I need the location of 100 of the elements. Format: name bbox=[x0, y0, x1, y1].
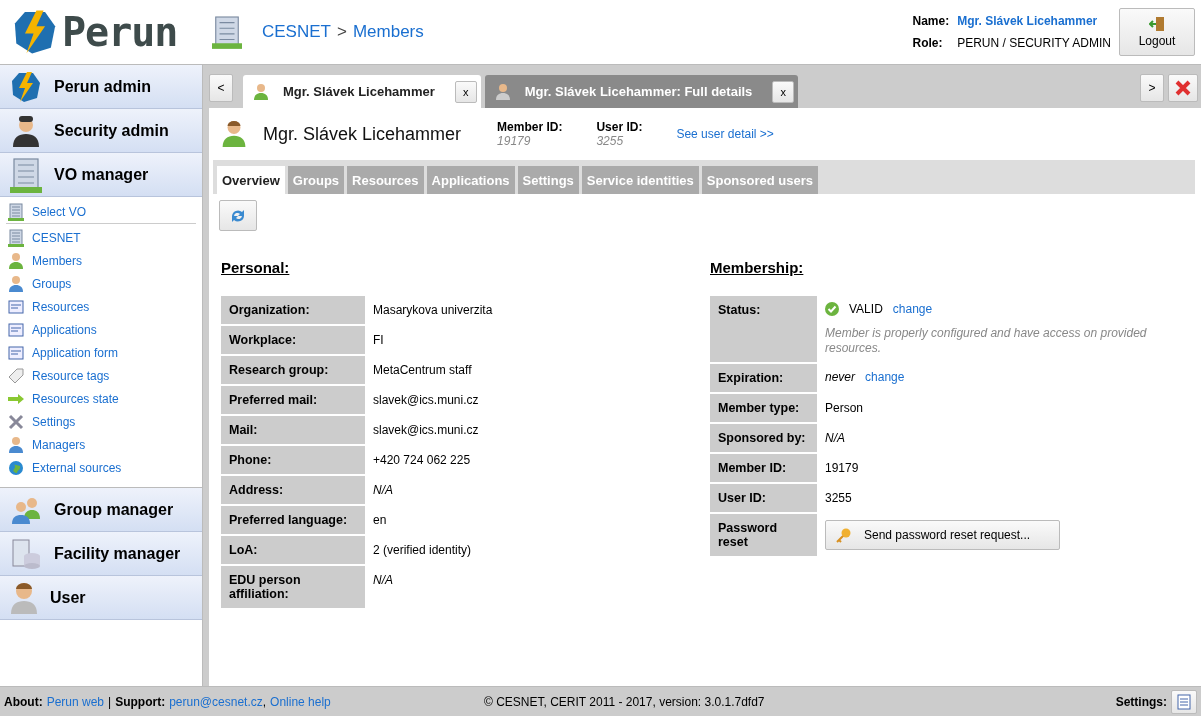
person-icon bbox=[8, 251, 24, 270]
about-label: About: bbox=[4, 694, 43, 709]
field-label: Organization: bbox=[221, 296, 365, 324]
sidebar-section[interactable]: VO manager bbox=[0, 153, 202, 197]
field-label: Password reset bbox=[710, 514, 817, 556]
next-tab-button[interactable]: > bbox=[1140, 73, 1164, 102]
user-id-label: User ID: bbox=[596, 120, 643, 134]
field-label: Mail: bbox=[221, 416, 365, 444]
role-label: Role: bbox=[912, 36, 944, 50]
person-icon bbox=[253, 82, 269, 101]
field-label: Member ID: bbox=[710, 454, 817, 482]
field-label: Status: bbox=[710, 296, 817, 362]
field-value: 2 (verified identity) bbox=[372, 542, 473, 559]
role-text: PERUN / SECURITY ADMIN bbox=[957, 36, 1111, 50]
sidebar-item[interactable]: Applications bbox=[6, 318, 196, 341]
field-value: MetaCentrum staff bbox=[372, 362, 473, 379]
status-note: Member is properly configured and have access on provided resources. bbox=[825, 326, 1148, 356]
globe-icon bbox=[8, 459, 24, 476]
previous-tab-button[interactable]: < bbox=[209, 73, 233, 102]
building-icon bbox=[8, 203, 24, 221]
field-value: N/A bbox=[372, 482, 394, 499]
settings-button[interactable] bbox=[1171, 689, 1197, 714]
sidebar-item[interactable]: External sources bbox=[6, 456, 196, 479]
field-value: +420 724 062 225 bbox=[372, 452, 472, 469]
field-label: LoA: bbox=[221, 536, 365, 564]
key-icon bbox=[836, 527, 852, 543]
building-icon bbox=[212, 15, 242, 49]
status-text: VALID bbox=[849, 302, 883, 316]
sidebar-section[interactable]: Security admin bbox=[0, 109, 202, 153]
close-tab-button[interactable]: x bbox=[772, 80, 795, 103]
sidebar-section[interactable]: Group manager bbox=[0, 488, 202, 532]
subtab[interactable]: Overview bbox=[217, 166, 285, 194]
person-icon bbox=[494, 82, 511, 101]
member-id-label: Member ID: bbox=[497, 120, 563, 134]
copyright-text: © CESNET, CERIT 2011 - 2017, version: 3.0.1.7dfd7 bbox=[484, 694, 766, 709]
tab[interactable]: Mgr. Slávek Licehammer x bbox=[243, 75, 481, 108]
sidebar-section[interactable]: Perun admin bbox=[0, 65, 202, 109]
person-icon bbox=[10, 580, 38, 615]
field-label: Research group: bbox=[221, 356, 365, 384]
sidebar-item[interactable]: Resource tags bbox=[6, 364, 196, 387]
bolt-icon bbox=[10, 70, 42, 103]
member-name: Mgr. Slávek Licehammer bbox=[263, 123, 462, 145]
tools-icon bbox=[8, 413, 24, 430]
field-label: Member type: bbox=[710, 394, 817, 422]
sidebar-item[interactable]: Managers bbox=[6, 433, 196, 456]
tag-icon bbox=[8, 367, 24, 384]
refresh-button[interactable] bbox=[219, 200, 257, 231]
form-icon bbox=[8, 298, 24, 315]
bolt-icon bbox=[12, 9, 58, 55]
field-label: Sponsored by: bbox=[710, 424, 817, 452]
sidebar-item[interactable]: Members bbox=[6, 249, 196, 272]
member-id-value: 19179 bbox=[497, 134, 532, 148]
building-icon bbox=[8, 228, 24, 247]
user-id-value: 3255 bbox=[596, 134, 625, 148]
support-email-link[interactable]: perun@cesnet.cz bbox=[169, 694, 263, 709]
door-icon bbox=[1149, 16, 1165, 32]
close-all-button[interactable] bbox=[1168, 73, 1198, 102]
sidebar-item[interactable]: Groups bbox=[6, 272, 196, 295]
sidebar-item[interactable]: Application form bbox=[6, 341, 196, 364]
section-heading: Membership: bbox=[710, 259, 805, 276]
field-value: slavek@ics.muni.cz bbox=[372, 422, 480, 439]
field-value: never bbox=[825, 370, 856, 384]
field-label: Expiration: bbox=[710, 364, 817, 392]
change-link[interactable]: change bbox=[865, 370, 905, 384]
field-value: FI bbox=[372, 332, 385, 349]
perun-web-link[interactable]: Perun web bbox=[46, 694, 105, 709]
field-value: slavek@ics.muni.cz bbox=[372, 392, 480, 409]
tab[interactable]: Mgr. Slávek Licehammer: Full details x bbox=[484, 75, 799, 108]
check-icon bbox=[825, 302, 839, 316]
field-label: EDU person affiliation: bbox=[221, 566, 365, 608]
field-label: Phone: bbox=[221, 446, 365, 474]
sidebar-section[interactable]: Facility manager bbox=[0, 532, 202, 576]
close-icon bbox=[1174, 78, 1192, 97]
user-name-link[interactable]: Mgr. Slávek Licehammer bbox=[957, 14, 1111, 28]
logout-button[interactable]: Logout bbox=[1119, 8, 1195, 56]
arrow-icon bbox=[8, 393, 24, 404]
sidebar-item[interactable]: Resources bbox=[6, 295, 196, 318]
close-tab-button[interactable]: x bbox=[454, 80, 477, 103]
server-icon bbox=[10, 537, 42, 570]
field-value: N/A bbox=[824, 430, 846, 447]
field-label: Address: bbox=[221, 476, 365, 504]
field-label: User ID: bbox=[710, 484, 817, 512]
list-icon bbox=[1177, 693, 1191, 710]
field-value: N/A bbox=[372, 572, 394, 589]
sidebar-item[interactable]: Settings bbox=[6, 410, 196, 433]
logo-text: Perun bbox=[62, 9, 178, 55]
sidebar-item[interactable]: CESNET bbox=[6, 226, 196, 249]
sidebar-item[interactable]: Resources state bbox=[6, 387, 196, 410]
password-reset-button[interactable]: Send password reset request... bbox=[825, 520, 1060, 550]
field-label: Workplace: bbox=[221, 326, 365, 354]
name-label: Name: bbox=[912, 14, 950, 28]
breadcrumb-link[interactable]: Members bbox=[352, 22, 424, 42]
sidebar-section[interactable]: User bbox=[0, 576, 202, 620]
breadcrumb-link[interactable]: CESNET bbox=[262, 22, 331, 42]
change-link[interactable]: change bbox=[892, 302, 933, 316]
online-help-link[interactable]: Online help bbox=[270, 694, 331, 709]
person-icon bbox=[8, 435, 24, 454]
form-icon bbox=[8, 344, 24, 361]
user-detail-link[interactable]: See user detail >> bbox=[676, 127, 774, 141]
field-value: 19179 bbox=[824, 460, 860, 477]
